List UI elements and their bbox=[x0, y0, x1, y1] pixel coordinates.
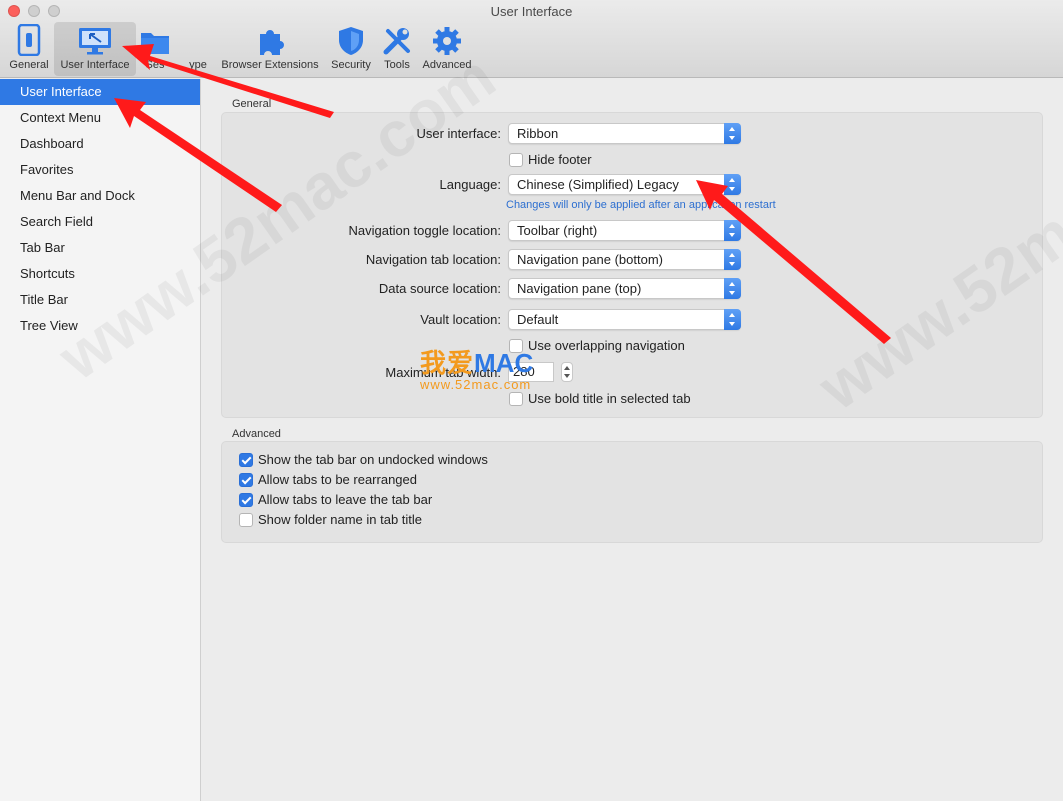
restart-note: Changes will only be applied after an ap… bbox=[506, 199, 776, 211]
checkbox-box bbox=[239, 452, 253, 467]
advanced-option-undocked[interactable]: Show the tab bar on undocked windows bbox=[239, 452, 488, 467]
hide-footer-checkbox[interactable]: Hide footer bbox=[509, 152, 592, 167]
toolbar-session-type[interactable]: ype bbox=[184, 22, 212, 76]
settings-panel: General User interface: Ribbon Hide foot… bbox=[201, 79, 1063, 801]
tools-icon bbox=[383, 28, 410, 55]
popup-arrows-icon bbox=[724, 220, 741, 241]
toolbar-sessions[interactable]: Ses bbox=[140, 22, 170, 76]
toolbar-user-interface[interactable]: User Interface bbox=[54, 22, 136, 76]
nav-toggle-popup[interactable]: Toolbar (right) bbox=[508, 220, 741, 241]
user-interface-popup[interactable]: Ribbon bbox=[508, 123, 741, 144]
sidebar-item-title-bar[interactable]: Title Bar bbox=[0, 287, 200, 313]
shield-icon bbox=[339, 27, 363, 55]
sidebar-item-favorites[interactable]: Favorites bbox=[0, 157, 200, 183]
checkbox-box bbox=[509, 152, 523, 167]
nav-tab-value: Navigation pane (bottom) bbox=[517, 252, 663, 267]
data-source-value: Navigation pane (top) bbox=[517, 281, 642, 296]
sidebar-item-tree-view[interactable]: Tree View bbox=[0, 313, 200, 339]
language-label: Language: bbox=[439, 177, 501, 192]
checkbox-box bbox=[239, 512, 253, 527]
monitor-icon bbox=[79, 28, 111, 55]
popup-arrows-icon bbox=[724, 123, 741, 144]
gear-icon bbox=[433, 27, 461, 55]
sidebar-item-search-field[interactable]: Search Field bbox=[0, 209, 200, 235]
nav-toggle-value: Toolbar (right) bbox=[517, 223, 598, 238]
checkbox-box bbox=[239, 472, 253, 487]
sidebar-item-tab-bar[interactable]: Tab Bar bbox=[0, 235, 200, 261]
sidebar-item-dashboard[interactable]: Dashboard bbox=[0, 131, 200, 157]
sidebar-item-shortcuts[interactable]: Shortcuts bbox=[0, 261, 200, 287]
sidebar-item-menu-bar-dock[interactable]: Menu Bar and Dock bbox=[0, 183, 200, 209]
window-title: User Interface bbox=[490, 4, 573, 19]
toolbar-general[interactable]: General bbox=[6, 22, 52, 76]
sidebar-item-context-menu[interactable]: Context Menu bbox=[0, 105, 200, 131]
vault-label: Vault location: bbox=[420, 312, 501, 327]
user-interface-label: User interface: bbox=[416, 126, 501, 141]
popup-arrows-icon bbox=[724, 174, 741, 195]
data-source-popup[interactable]: Navigation pane (top) bbox=[508, 278, 741, 299]
sidebar: User Interface Context Menu Dashboard Fa… bbox=[0, 79, 201, 801]
advanced-option-rearrange[interactable]: Allow tabs to be rearranged bbox=[239, 472, 417, 487]
vault-value: Default bbox=[517, 312, 559, 327]
data-source-label: Data source location: bbox=[378, 281, 501, 296]
popup-arrows-icon bbox=[724, 309, 741, 330]
nav-toggle-label: Navigation toggle location: bbox=[348, 223, 502, 238]
language-value: Chinese (Simplified) Legacy bbox=[517, 177, 679, 192]
toolbar-advanced[interactable]: Advanced bbox=[420, 22, 474, 76]
nav-tab-label: Navigation tab location: bbox=[365, 252, 501, 267]
watermark-logo: 我爱MAC www.52mac.com bbox=[420, 348, 534, 392]
vault-popup[interactable]: Default bbox=[508, 309, 741, 330]
popup-arrows-icon bbox=[724, 249, 741, 270]
advanced-option-folder-name[interactable]: Show folder name in tab title bbox=[239, 512, 422, 527]
general-switch-icon bbox=[17, 24, 41, 56]
popup-arrows-icon bbox=[724, 278, 741, 299]
advanced-option-leave-tab-bar[interactable]: Allow tabs to leave the tab bar bbox=[239, 492, 432, 507]
language-popup[interactable]: Chinese (Simplified) Legacy bbox=[508, 174, 741, 195]
toolbar-security[interactable]: Security bbox=[328, 22, 374, 76]
window-toolbar: User Interface General User Interface Se… bbox=[0, 0, 1063, 78]
puzzle-icon bbox=[260, 30, 284, 55]
max-tab-width-stepper[interactable] bbox=[561, 362, 573, 382]
sidebar-item-user-interface[interactable]: User Interface bbox=[0, 79, 200, 105]
folder-icon bbox=[141, 33, 169, 54]
toolbar-tools[interactable]: Tools bbox=[378, 22, 416, 76]
checkbox-box bbox=[239, 492, 253, 507]
bold-title-checkbox[interactable]: Use bold title in selected tab bbox=[509, 391, 691, 406]
nav-tab-popup[interactable]: Navigation pane (bottom) bbox=[508, 249, 741, 270]
checkbox-box bbox=[509, 391, 523, 406]
general-group-title: General bbox=[232, 98, 272, 110]
toolbar-browser-extensions[interactable]: Browser Extensions bbox=[218, 22, 322, 76]
user-interface-value: Ribbon bbox=[517, 126, 559, 141]
advanced-group-title: Advanced bbox=[232, 428, 281, 440]
overlapping-navigation-checkbox[interactable]: Use overlapping navigation bbox=[509, 338, 685, 353]
